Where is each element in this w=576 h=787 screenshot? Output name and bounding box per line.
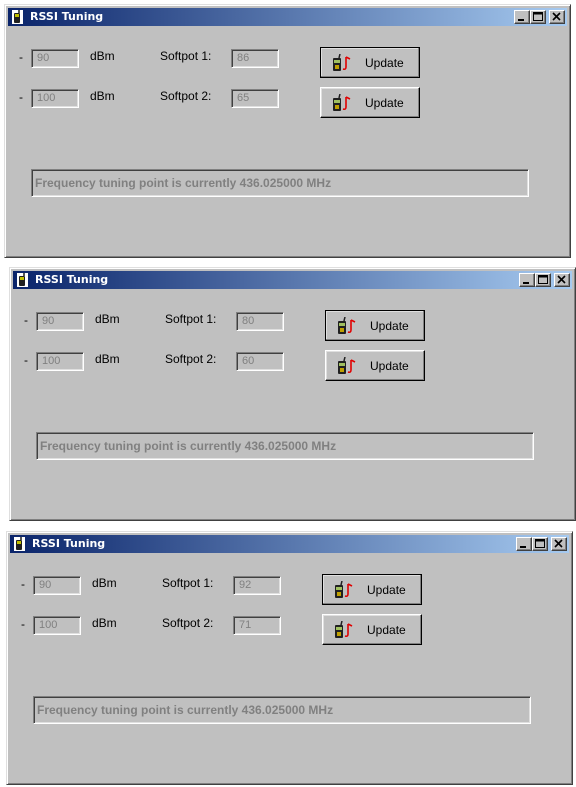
softpot-1-label: Softpot 1: — [160, 49, 212, 63]
radio-tuning-icon — [333, 94, 351, 111]
dbm-field-1[interactable]: 90 — [31, 49, 79, 68]
softpot-1-label: Softpot 1: — [165, 312, 217, 326]
dbm-field-1[interactable]: 90 — [33, 576, 81, 595]
close-icon — [552, 12, 561, 21]
radio-tuning-icon — [335, 621, 353, 638]
dbm-unit-label: dBm — [95, 312, 120, 326]
update-softpot-1-button[interactable]: Update — [325, 310, 425, 341]
softpot-2-field[interactable]: 71 — [233, 616, 281, 635]
maximize-icon — [533, 12, 543, 21]
update-button-label: Update — [370, 359, 409, 373]
minimize-icon — [520, 546, 526, 548]
close-button[interactable] — [554, 273, 570, 287]
softpot-1-field[interactable]: 80 — [236, 312, 284, 331]
close-icon — [554, 539, 563, 548]
maximize-button[interactable] — [530, 10, 546, 24]
rssi-tuning-window: RSSI Tuning - 90 dBm Softpot 1: 80 Updat… — [9, 267, 576, 521]
softpot-2-label: Softpot 2: — [160, 89, 212, 103]
dbm-field-2[interactable]: 100 — [36, 352, 84, 371]
softpot-1-label: Softpot 1: — [162, 576, 214, 590]
update-softpot-2-button[interactable]: Update — [322, 614, 422, 645]
softpot-2-label: Softpot 2: — [162, 616, 214, 630]
title-bar[interactable]: RSSI Tuning — [13, 271, 572, 289]
radio-tuning-icon — [338, 357, 356, 374]
softpot-1-field[interactable]: 92 — [233, 576, 281, 595]
minus-sign: - — [24, 313, 28, 327]
update-softpot-2-button[interactable]: Update — [325, 350, 425, 381]
minimize-button[interactable] — [516, 537, 532, 551]
update-button-label: Update — [367, 623, 406, 637]
radio-tuning-icon — [335, 581, 353, 598]
dbm-unit-label: dBm — [90, 89, 115, 103]
radio-handset-icon — [17, 273, 28, 287]
update-softpot-1-button[interactable]: Update — [320, 47, 420, 78]
dbm-field-2[interactable]: 100 — [33, 616, 81, 635]
update-button-label: Update — [365, 56, 404, 70]
radio-handset-icon — [14, 537, 25, 551]
dbm-field-1[interactable]: 90 — [36, 312, 84, 331]
window-title: RSSI Tuning — [30, 10, 104, 23]
window-title: RSSI Tuning — [32, 537, 106, 550]
title-bar[interactable]: RSSI Tuning — [10, 535, 569, 553]
minimize-button[interactable] — [519, 273, 535, 287]
rssi-tuning-window: RSSI Tuning - 90 dBm Softpot 1: 92 Updat… — [6, 531, 573, 785]
dbm-unit-label: dBm — [90, 49, 115, 63]
close-button[interactable] — [549, 10, 565, 24]
frequency-status: Frequency tuning point is currently 436.… — [36, 432, 534, 460]
minimize-icon — [518, 19, 524, 21]
minus-sign: - — [21, 577, 25, 591]
maximize-button[interactable] — [532, 537, 548, 551]
dbm-unit-label: dBm — [92, 616, 117, 630]
title-bar[interactable]: RSSI Tuning — [8, 8, 567, 26]
minus-sign: - — [19, 90, 23, 104]
dbm-unit-label: dBm — [95, 352, 120, 366]
close-icon — [557, 275, 566, 284]
radio-tuning-icon — [338, 317, 356, 334]
maximize-button[interactable] — [535, 273, 551, 287]
dbm-unit-label: dBm — [92, 576, 117, 590]
softpot-2-field[interactable]: 65 — [231, 89, 279, 108]
rssi-tuning-window: RSSI Tuning - 90 dBm Softpot 1: 86 Updat… — [4, 4, 571, 258]
softpot-1-field[interactable]: 86 — [231, 49, 279, 68]
update-button-label: Update — [365, 96, 404, 110]
dbm-field-2[interactable]: 100 — [31, 89, 79, 108]
frequency-status: Frequency tuning point is currently 436.… — [33, 696, 531, 724]
update-softpot-1-button[interactable]: Update — [322, 574, 422, 605]
softpot-2-field[interactable]: 60 — [236, 352, 284, 371]
softpot-2-label: Softpot 2: — [165, 352, 217, 366]
radio-handset-icon — [12, 10, 23, 24]
maximize-icon — [538, 275, 548, 284]
minimize-button[interactable] — [514, 10, 530, 24]
minus-sign: - — [19, 50, 23, 64]
maximize-icon — [535, 539, 545, 548]
update-button-label: Update — [370, 319, 409, 333]
frequency-status: Frequency tuning point is currently 436.… — [31, 169, 529, 197]
minus-sign: - — [24, 353, 28, 367]
radio-tuning-icon — [333, 54, 351, 71]
minimize-icon — [523, 282, 529, 284]
close-button[interactable] — [551, 537, 567, 551]
window-title: RSSI Tuning — [35, 273, 109, 286]
update-button-label: Update — [367, 583, 406, 597]
update-softpot-2-button[interactable]: Update — [320, 87, 420, 118]
minus-sign: - — [21, 617, 25, 631]
